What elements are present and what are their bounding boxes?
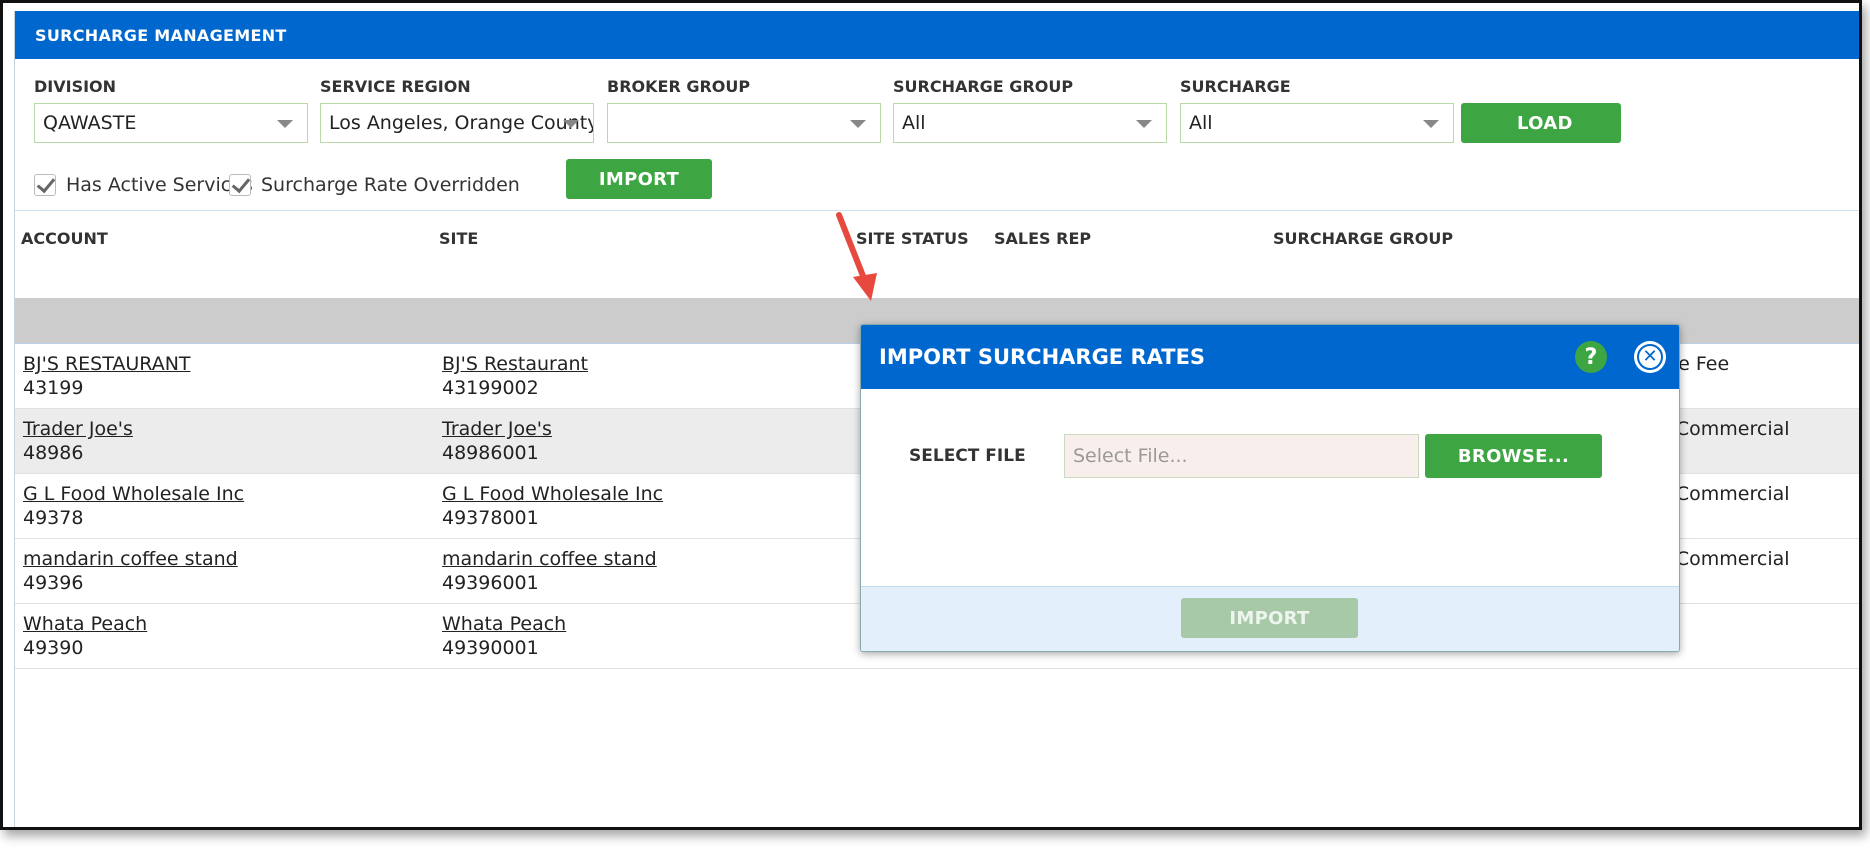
column-header-surcharge-group[interactable]: SURCHARGE GROUP bbox=[1273, 229, 1453, 248]
dialog-title: IMPORT SURCHARGE RATES bbox=[879, 345, 1206, 369]
surcharge-group-cell: - Commercial bbox=[1663, 548, 1790, 570]
account-link[interactable]: BJ'S RESTAURANT bbox=[23, 352, 191, 376]
chevron-down-icon bbox=[563, 120, 579, 128]
site-link[interactable]: Whata Peach bbox=[442, 612, 566, 636]
page-title: SURCHARGE MANAGEMENT bbox=[35, 25, 287, 45]
service-region-label: SERVICE REGION bbox=[320, 77, 471, 96]
site-id: 48986001 bbox=[442, 442, 539, 464]
file-input[interactable]: Select File... bbox=[1064, 434, 1419, 478]
has-active-services-option[interactable]: Has Active Services bbox=[34, 173, 253, 196]
checkmark-icon bbox=[231, 173, 251, 194]
account-link[interactable]: mandarin coffee stand bbox=[23, 547, 238, 571]
chevron-down-icon bbox=[1136, 120, 1152, 128]
site-id: 49390001 bbox=[442, 637, 539, 659]
surcharge-group-cell: - Commercial bbox=[1663, 483, 1790, 505]
site-link[interactable]: mandarin coffee stand bbox=[442, 547, 657, 571]
account-id: 49396 bbox=[23, 572, 84, 594]
account-link[interactable]: Whata Peach bbox=[23, 612, 147, 636]
import-button-label: IMPORT bbox=[598, 168, 680, 190]
select-file-label: SELECT FILE bbox=[909, 446, 1026, 466]
grid-top-divider bbox=[15, 210, 1859, 211]
has-active-services-checkbox[interactable] bbox=[34, 173, 56, 196]
surcharge-select[interactable]: All bbox=[1180, 103, 1454, 143]
surcharge-group-cell: - Commercial bbox=[1663, 418, 1790, 440]
broker-group-select[interactable] bbox=[607, 103, 881, 143]
surcharge-label: SURCHARGE bbox=[1180, 77, 1291, 96]
dialog-import-button-label: IMPORT bbox=[1229, 607, 1310, 629]
site-id: 43199002 bbox=[442, 377, 539, 399]
division-label: DIVISION bbox=[34, 77, 117, 96]
surcharge-group-value: All bbox=[902, 112, 926, 134]
browse-button-label: BROWSE... bbox=[1457, 445, 1570, 467]
division-value: QAWASTE bbox=[43, 112, 137, 134]
load-button[interactable]: LOAD bbox=[1461, 103, 1621, 143]
import-button[interactable]: IMPORT bbox=[566, 159, 712, 199]
account-link[interactable]: G L Food Wholesale Inc bbox=[23, 482, 244, 506]
account-link[interactable]: Trader Joe's bbox=[23, 417, 133, 441]
site-id: 49378001 bbox=[442, 507, 539, 529]
dialog-import-button[interactable]: IMPORT bbox=[1181, 598, 1358, 638]
site-link[interactable]: Trader Joe's bbox=[442, 417, 552, 441]
surcharge-value: All bbox=[1189, 112, 1213, 134]
column-header-account[interactable]: ACCOUNT bbox=[21, 229, 108, 248]
site-id: 49396001 bbox=[442, 572, 539, 594]
column-header-site[interactable]: SITE bbox=[439, 229, 478, 248]
chevron-down-icon bbox=[850, 120, 866, 128]
chevron-down-icon bbox=[1423, 120, 1439, 128]
close-icon[interactable]: ✕ bbox=[1634, 341, 1666, 373]
account-id: 49378 bbox=[23, 507, 84, 529]
page-title-bar: SURCHARGE MANAGEMENT bbox=[15, 11, 1859, 59]
annotation-arrow bbox=[836, 212, 877, 301]
account-id: 43199 bbox=[23, 377, 84, 399]
checkmark-icon bbox=[36, 173, 56, 194]
app-window: SURCHARGE MANAGEMENT DIVISION SERVICE RE… bbox=[0, 0, 1862, 830]
column-header-sales-rep[interactable]: SALES REP bbox=[994, 229, 1091, 248]
help-icon[interactable]: ? bbox=[1575, 341, 1607, 373]
site-link[interactable]: G L Food Wholesale Inc bbox=[442, 482, 663, 506]
surcharge-group-label: SURCHARGE GROUP bbox=[893, 77, 1074, 96]
service-region-value: Los Angeles, Orange County, bbox=[329, 112, 594, 134]
service-region-select[interactable]: Los Angeles, Orange County, bbox=[320, 103, 594, 143]
has-active-services-label: Has Active Services bbox=[66, 174, 253, 196]
division-select[interactable]: QAWASTE bbox=[34, 103, 308, 143]
account-id: 48986 bbox=[23, 442, 84, 464]
close-icon-glyph: ✕ bbox=[1642, 346, 1658, 367]
load-button-label: LOAD bbox=[1517, 112, 1573, 134]
account-id: 49390 bbox=[23, 637, 84, 659]
surcharge-rate-overridden-option[interactable]: Surcharge Rate Overridden bbox=[229, 173, 520, 196]
surcharge-management-panel: SURCHARGE MANAGEMENT DIVISION SERVICE RE… bbox=[14, 11, 1859, 827]
broker-group-label: BROKER GROUP bbox=[607, 77, 751, 96]
site-link[interactable]: BJ'S Restaurant bbox=[442, 352, 588, 376]
dialog-header: IMPORT SURCHARGE RATES ? ✕ bbox=[861, 325, 1679, 389]
surcharge-rate-overridden-label: Surcharge Rate Overridden bbox=[261, 174, 520, 196]
browse-button[interactable]: BROWSE... bbox=[1425, 434, 1602, 478]
chevron-down-icon bbox=[277, 120, 293, 128]
file-input-placeholder: Select File... bbox=[1073, 445, 1188, 467]
surcharge-rate-overridden-checkbox[interactable] bbox=[229, 173, 251, 196]
surcharge-group-select[interactable]: All bbox=[893, 103, 1167, 143]
dialog-footer: IMPORT bbox=[861, 586, 1679, 651]
import-surcharge-rates-dialog: IMPORT SURCHARGE RATES ? ✕ SELECT FILE S… bbox=[860, 324, 1680, 652]
